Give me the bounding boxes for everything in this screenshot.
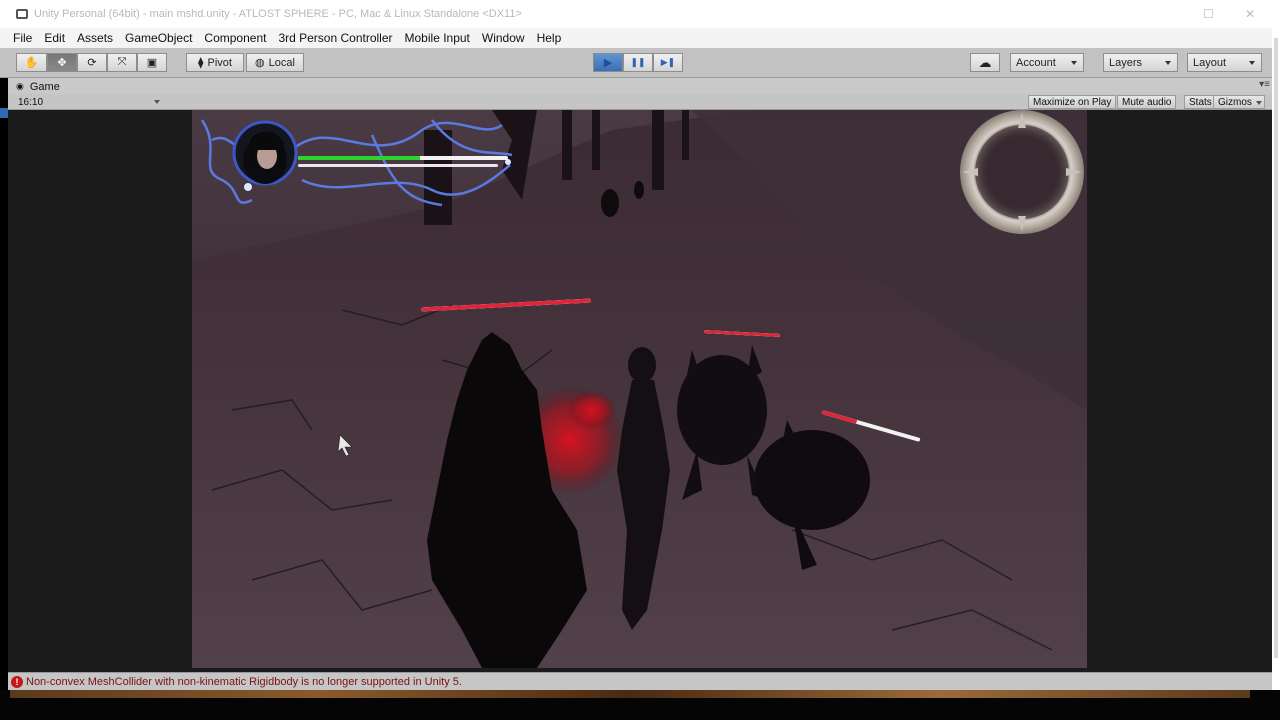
- layers-dropdown[interactable]: Layers: [1103, 53, 1178, 72]
- scale-icon: ⤧: [117, 56, 127, 68]
- game-tab-bar: ◉ Game ▾≡: [8, 78, 1272, 94]
- menu-mobile-input[interactable]: Mobile Input: [399, 31, 476, 45]
- scrollbar[interactable]: [1272, 0, 1280, 700]
- maximize-on-play-toggle[interactable]: Maximize on Play: [1028, 95, 1117, 109]
- pause-button[interactable]: ❚❚: [623, 53, 653, 72]
- account-dropdown[interactable]: Account: [1010, 53, 1084, 72]
- stats-toggle[interactable]: Stats: [1184, 95, 1217, 109]
- step-icon: ▶❚: [660, 57, 676, 67]
- chevron-down-icon: [1249, 61, 1255, 65]
- taskbar-strip: [10, 690, 1250, 698]
- menu-help[interactable]: Help: [531, 31, 568, 45]
- globe-icon: ◍: [255, 57, 265, 69]
- main-toolbar: ✋ ✥ ⟳ ⤧ ▣ ⧫ Pivot ◍ Local ▶ ❚❚ ▶❚ ☁ Accoun…: [0, 48, 1272, 78]
- menu-assets[interactable]: Assets: [71, 31, 119, 45]
- rotate-tool-button[interactable]: ⟳: [77, 53, 107, 72]
- desktop-taskbar: [0, 690, 1280, 720]
- error-icon: !: [11, 675, 23, 688]
- move-icon: ✥: [57, 57, 67, 69]
- pivot-toggle-button[interactable]: ⧫ Pivot: [186, 53, 244, 72]
- window-title: Unity Personal (64bit) - main mshd.unity…: [34, 8, 522, 20]
- step-button[interactable]: ▶❚: [653, 53, 683, 72]
- local-toggle-button[interactable]: ◍ Local: [246, 53, 304, 72]
- tab-game[interactable]: ◉ Game: [12, 79, 66, 94]
- unity-logo-icon: [16, 9, 28, 19]
- hand-icon: ✋: [24, 57, 39, 69]
- aspect-ratio-dropdown[interactable]: 16:10: [12, 95, 162, 109]
- menu-file[interactable]: File: [7, 31, 38, 45]
- menu-bar: File Edit Assets GameObject Component 3r…: [0, 28, 1280, 48]
- hand-tool-button[interactable]: ✋: [16, 53, 47, 72]
- gizmos-dropdown[interactable]: Gizmos: [1213, 95, 1265, 109]
- menu-window[interactable]: Window: [476, 31, 531, 45]
- chevron-down-icon: [1255, 101, 1262, 105]
- menu-gameobject[interactable]: GameObject: [119, 31, 198, 45]
- menu-edit[interactable]: Edit: [38, 31, 71, 45]
- scrollbar-thumb[interactable]: [1274, 38, 1278, 658]
- player-stamina-bar: [298, 164, 498, 167]
- window-title-bar: Unity Personal (64bit) - main mshd.unity…: [0, 0, 1280, 28]
- cloud-icon: ☁: [978, 54, 992, 70]
- game-view-toolbar: 16:10 Maximize on Play Mute audio Stats …: [8, 94, 1272, 110]
- close-icon[interactable]: ✕: [1245, 7, 1255, 21]
- play-button[interactable]: ▶: [593, 53, 623, 72]
- console-message[interactable]: Non-convex MeshCollider with non-kinemat…: [26, 676, 462, 688]
- game-viewport[interactable]: [192, 110, 1087, 668]
- mute-audio-toggle[interactable]: Mute audio: [1117, 95, 1177, 109]
- chevron-down-icon: [1165, 61, 1171, 65]
- rotate-icon: ⟳: [87, 57, 97, 69]
- maximize-icon[interactable]: ☐: [1203, 7, 1214, 21]
- selection-accent: [0, 108, 8, 118]
- game-controller-icon: ◉: [16, 81, 24, 91]
- panel-menu-icon[interactable]: ▾≡: [1259, 79, 1270, 90]
- player-health-fill: [298, 156, 420, 160]
- scale-tool-button[interactable]: ⤧: [107, 53, 137, 72]
- game-scene: [192, 110, 1087, 668]
- menu-3rd-person-controller[interactable]: 3rd Person Controller: [272, 31, 398, 45]
- chevron-down-icon: [1071, 61, 1077, 65]
- compass-face: [975, 125, 1069, 219]
- pivot-icon: ⧫: [198, 57, 204, 69]
- layout-dropdown[interactable]: Layout: [1187, 53, 1262, 72]
- pause-icon: ❚❚: [630, 57, 646, 67]
- rect-tool-button[interactable]: ▣: [137, 53, 167, 72]
- cloud-button[interactable]: ☁: [970, 53, 1000, 72]
- menu-component[interactable]: Component: [198, 31, 272, 45]
- player-health-bar: [298, 156, 508, 160]
- chevron-down-icon: [154, 100, 160, 104]
- console-status-bar[interactable]: ! Non-convex MeshCollider with non-kinem…: [8, 672, 1272, 690]
- rect-tool-icon: ▣: [146, 57, 158, 69]
- move-tool-button[interactable]: ✥: [47, 53, 77, 72]
- play-icon: ▶: [603, 57, 613, 69]
